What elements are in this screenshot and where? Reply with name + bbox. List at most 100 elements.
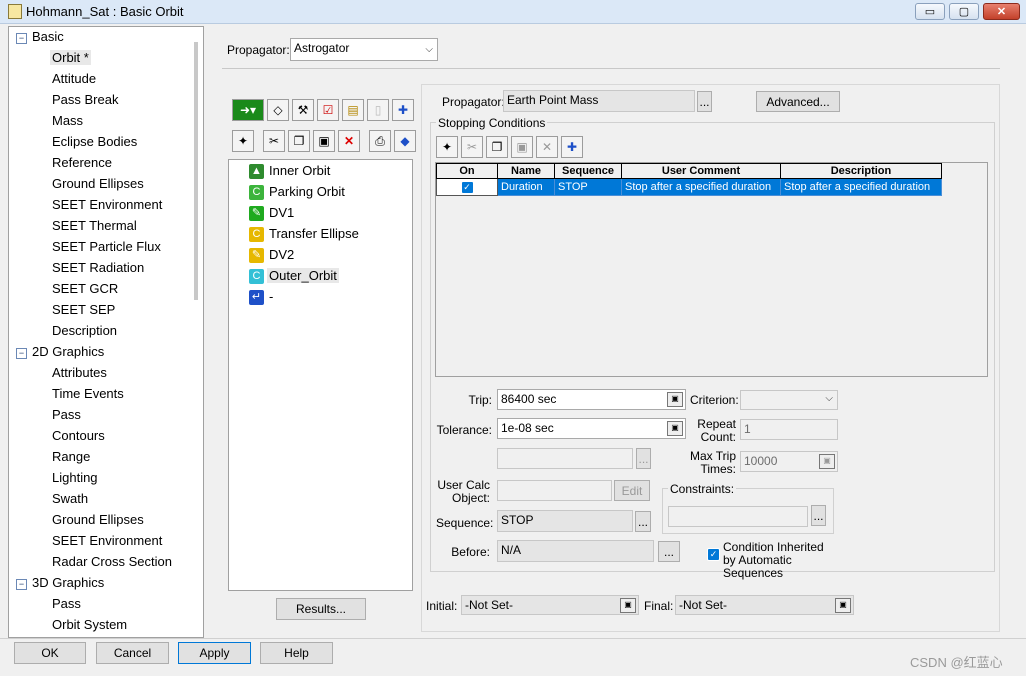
- paste-button[interactable]: ▣: [313, 130, 335, 152]
- tree-item[interactable]: Attributes: [50, 365, 109, 380]
- tree-item[interactable]: 3D Graphics: [30, 575, 106, 590]
- tree-item[interactable]: SEET Thermal: [50, 218, 139, 233]
- checkmark-icon[interactable]: ✓: [460, 180, 474, 194]
- unit-picker-icon[interactable]: ▣: [667, 421, 683, 436]
- column-header[interactable]: Sequence: [554, 163, 622, 179]
- apply-button[interactable]: Apply: [178, 642, 251, 664]
- help-button[interactable]: Help: [260, 642, 333, 664]
- final-field[interactable]: -Not Set- ▣: [675, 595, 854, 615]
- on-cell[interactable]: ✓: [436, 178, 498, 196]
- results-button[interactable]: Results...: [276, 598, 366, 620]
- properties-button[interactable]: ✚: [392, 99, 414, 121]
- tree-item[interactable]: Ground Ellipses: [50, 176, 146, 191]
- sequence-item[interactable]: Parking Orbit: [267, 184, 347, 199]
- tree-item[interactable]: Mass: [50, 113, 85, 128]
- checklist-button[interactable]: ☑: [317, 99, 339, 121]
- column-header[interactable]: User Comment: [621, 163, 781, 179]
- maximize-button[interactable]: ▢: [949, 3, 979, 20]
- tree-item[interactable]: SEET SEP: [50, 302, 117, 317]
- stopping-conditions-grid[interactable]: On Name Sequence User Comment Description ✓ D…: [435, 162, 988, 377]
- run-button[interactable]: ➜▾: [232, 99, 264, 121]
- close-button[interactable]: ✕: [983, 3, 1020, 20]
- cut-button[interactable]: ✂: [263, 130, 285, 152]
- tree-item[interactable]: Contours: [50, 428, 107, 443]
- column-header[interactable]: Description: [780, 163, 942, 179]
- tree-scrollbar[interactable]: [194, 42, 198, 300]
- delete-button[interactable]: ✕: [338, 130, 360, 152]
- cancel-button[interactable]: Cancel: [96, 642, 169, 664]
- targeter-button[interactable]: ⚒: [292, 99, 314, 121]
- sequence-item[interactable]: -: [267, 289, 275, 304]
- inherited-checkbox[interactable]: ✓: [707, 546, 720, 561]
- trip-input[interactable]: 86400 sec ▣: [497, 389, 686, 410]
- tree-item[interactable]: Swath: [50, 491, 90, 506]
- tree-item[interactable]: Description: [50, 323, 119, 338]
- picker-icon[interactable]: ▣: [835, 598, 851, 613]
- tree-item[interactable]: Basic: [30, 29, 66, 44]
- cell-name[interactable]: Duration: [497, 178, 555, 196]
- minimize-button[interactable]: ▭: [915, 3, 945, 20]
- collapse-icon[interactable]: −: [16, 579, 27, 590]
- sequence-item[interactable]: DV2: [267, 247, 296, 262]
- tree-item[interactable]: Orbit System: [50, 617, 129, 632]
- before-browse-button[interactable]: ...: [658, 541, 680, 562]
- initial-field[interactable]: -Not Set- ▣: [461, 595, 639, 615]
- tree-item[interactable]: SEET GCR: [50, 281, 120, 296]
- tree-item[interactable]: Reference: [50, 155, 114, 170]
- column-header[interactable]: Name: [497, 163, 555, 179]
- property-tree[interactable]: − Basic Orbit * Attitude Pass Break Mass Eclip…: [8, 26, 204, 638]
- sequence-browse-button[interactable]: ...: [635, 511, 651, 532]
- tree-item[interactable]: Pass: [50, 596, 83, 611]
- initial-value: -Not Set-: [465, 598, 514, 612]
- collapse-icon[interactable]: −: [16, 33, 27, 44]
- mission-sequence-list[interactable]: ▲ Inner Orbit C Parking Orbit ✎ DV1 C Transfer …: [228, 159, 413, 591]
- propagator-select[interactable]: Astrogator ⌵: [290, 38, 438, 61]
- sequence-item[interactable]: Transfer Ellipse: [267, 226, 361, 241]
- tree-item[interactable]: Time Events: [50, 386, 126, 401]
- new-condition-button[interactable]: ✦: [436, 136, 458, 158]
- summary-button[interactable]: ▤: [342, 99, 364, 121]
- collapse-icon[interactable]: −: [16, 348, 27, 359]
- copy-button[interactable]: ❐: [288, 130, 310, 152]
- tree-item[interactable]: Orbit *: [50, 50, 91, 65]
- save-button[interactable]: ◆: [394, 130, 416, 152]
- picker-icon[interactable]: ▣: [620, 598, 636, 613]
- tree-item[interactable]: Attitude: [50, 71, 98, 86]
- table-row[interactable]: ✓ Duration STOP Stop after a specified dura…: [436, 178, 942, 196]
- copy-condition-button[interactable]: ❐: [486, 136, 508, 158]
- propagate-icon: C: [249, 185, 264, 200]
- tree-item[interactable]: Ground Ellipses: [50, 512, 146, 527]
- tree-item[interactable]: 2D Graphics: [30, 344, 106, 359]
- tree-item[interactable]: Pass Break: [50, 92, 120, 107]
- delete-condition-button[interactable]: ✕: [536, 136, 558, 158]
- tree-item[interactable]: Pass: [50, 407, 83, 422]
- clear-button[interactable]: ◇: [267, 99, 289, 121]
- tolerance-input[interactable]: 1e-08 sec ▣: [497, 418, 686, 439]
- cell-sequence[interactable]: STOP: [554, 178, 622, 196]
- sequence-item[interactable]: DV1: [267, 205, 296, 220]
- tree-item[interactable]: SEET Environment: [50, 533, 164, 548]
- tree-item[interactable]: SEET Environment: [50, 197, 164, 212]
- tree-item[interactable]: Eclipse Bodies: [50, 134, 139, 149]
- checkbox-icon: ☑: [322, 103, 334, 117]
- tree-item[interactable]: SEET Particle Flux: [50, 239, 163, 254]
- paste-condition-button[interactable]: ▣: [511, 136, 533, 158]
- ok-button[interactable]: OK: [14, 642, 86, 664]
- sequence-item[interactable]: Inner Orbit: [267, 163, 332, 178]
- propagator-browse-button[interactable]: ...: [697, 91, 712, 112]
- tree-item[interactable]: Range: [50, 449, 92, 464]
- tree-item[interactable]: Lighting: [50, 470, 100, 485]
- tree-item[interactable]: Radar Cross Section: [50, 554, 174, 569]
- condition-properties-button[interactable]: ✚: [561, 136, 583, 158]
- column-header[interactable]: On: [436, 163, 498, 179]
- tree-item[interactable]: SEET Radiation: [50, 260, 146, 275]
- cut-condition-button[interactable]: ✂: [461, 136, 483, 158]
- print-button[interactable]: ⎙: [369, 130, 391, 152]
- cell-user-comment[interactable]: Stop after a specified duration: [621, 178, 781, 196]
- new-segment-button[interactable]: ✦: [232, 130, 254, 152]
- cell-description[interactable]: Stop after a specified duration: [780, 178, 942, 196]
- sequence-item[interactable]: Outer_Orbit: [267, 268, 339, 283]
- constraints-browse-button[interactable]: ...: [811, 505, 826, 526]
- advanced-button[interactable]: Advanced...: [756, 91, 840, 112]
- unit-picker-icon[interactable]: ▣: [667, 392, 683, 407]
